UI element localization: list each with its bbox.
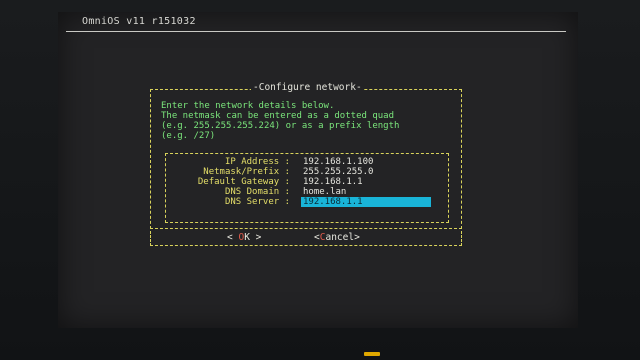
- monitor-bezel: OmniOS v11 r151032 -Configure network- E…: [0, 0, 640, 360]
- dns-server-label: DNS Server :: [224, 197, 290, 207]
- message-line: The netmask can be entered as a dotted q…: [161, 111, 394, 121]
- dialog-button-bar: < OK > <Cancel>: [150, 231, 462, 246]
- configure-network-dialog: -Configure network- Enter the network de…: [150, 82, 462, 229]
- dialog-message: Enter the network details below. The netm…: [161, 101, 399, 141]
- message-line: (e.g. 255.255.255.224) or as a prefix le…: [161, 121, 400, 131]
- dns-server-input[interactable]: [301, 197, 431, 207]
- console-screen: OmniOS v11 r151032 -Configure network- E…: [58, 12, 578, 328]
- ok-button[interactable]: < OK >: [227, 232, 261, 243]
- cancel-button[interactable]: <Cancel>: [314, 232, 360, 243]
- network-form: IP Address : 192.168.1.100 Netmask/Prefi…: [165, 153, 449, 223]
- power-led-indicator: [364, 352, 380, 356]
- message-line: Enter the network details below.: [161, 101, 335, 111]
- title-divider: [66, 31, 566, 32]
- dialog-title: -Configure network-: [251, 82, 364, 93]
- message-line: (e.g. /27): [161, 131, 216, 141]
- os-version-title: OmniOS v11 r151032: [82, 16, 196, 27]
- form-row-dns-server: DNS Server :: [166, 197, 448, 208]
